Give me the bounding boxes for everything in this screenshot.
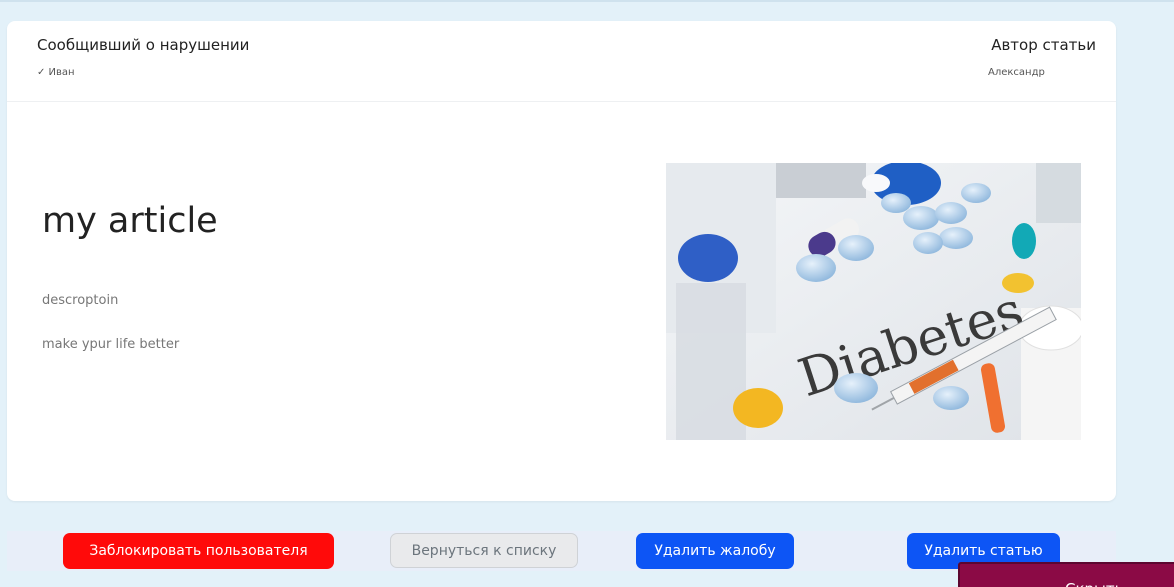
author-name: Александр xyxy=(988,67,1045,78)
actions-bar: Заблокировать пользователя Вернуться к с… xyxy=(7,531,1116,571)
card-header: Сообщивший о нарушении ✓ Иван Автор стат… xyxy=(7,21,1116,102)
back-to-list-button[interactable]: Вернуться к списку xyxy=(390,533,578,568)
corner-action-button[interactable]: Скрыть... xyxy=(958,562,1174,587)
reporter-title: Сообщивший о нарушении xyxy=(37,36,250,54)
article-title: my article xyxy=(42,201,218,241)
top-border xyxy=(0,0,1174,2)
author-title: Автор статьи xyxy=(991,36,1096,54)
reporter-name: ✓ Иван xyxy=(37,67,75,78)
article-image: Diabetes xyxy=(666,163,1081,440)
delete-complaint-button[interactable]: Удалить жалобу xyxy=(636,533,794,569)
article-image-illustration: Diabetes xyxy=(666,163,1081,440)
article-description: descroptoin xyxy=(42,293,119,308)
block-user-button[interactable]: Заблокировать пользователя xyxy=(63,533,334,569)
article-text: make ypur life better xyxy=(42,337,180,352)
complaint-card: Сообщивший о нарушении ✓ Иван Автор стат… xyxy=(7,21,1116,501)
